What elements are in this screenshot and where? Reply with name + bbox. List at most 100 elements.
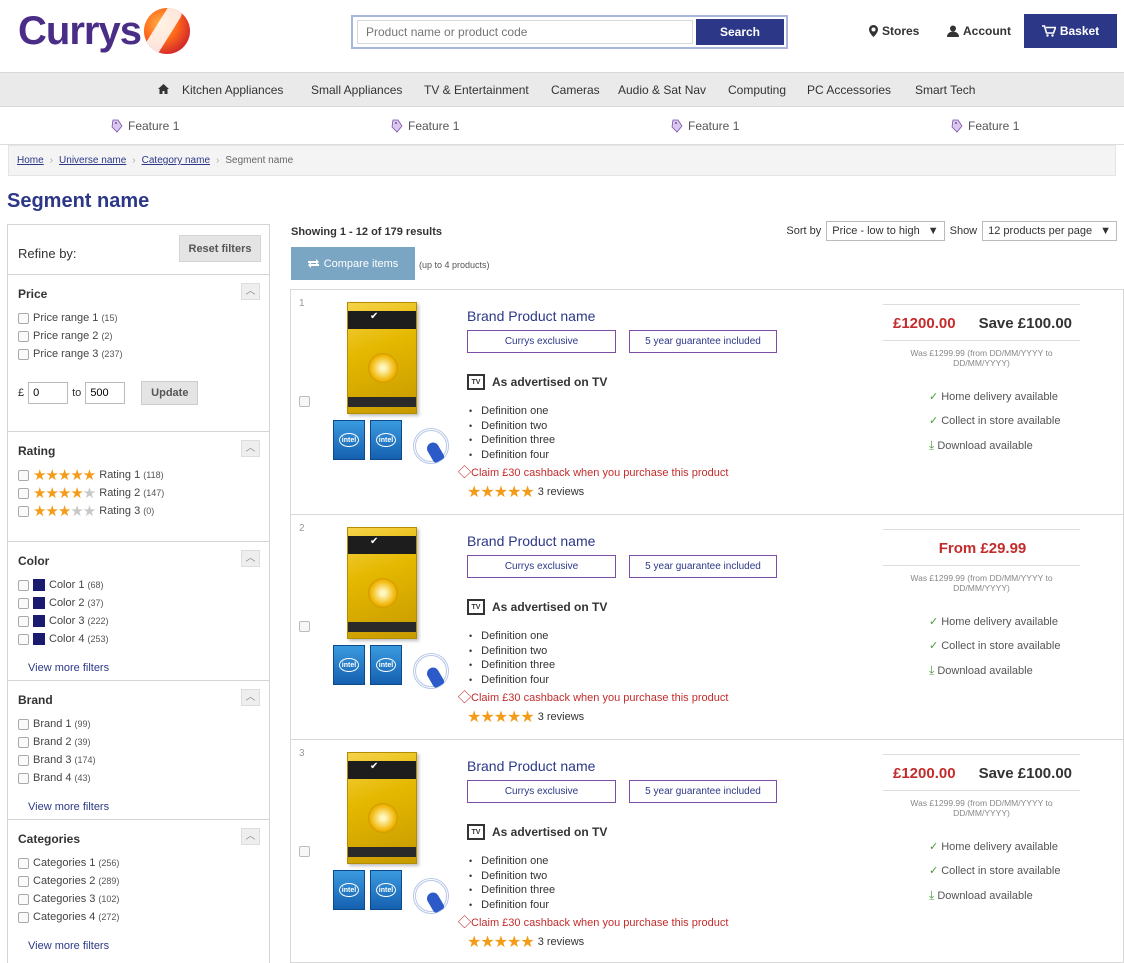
- checkbox[interactable]: [18, 893, 29, 905]
- nav-tv-entertainment[interactable]: TV & Entertainment: [424, 83, 529, 97]
- collapse-brand-icon[interactable]: ︿: [241, 689, 260, 706]
- price-option[interactable]: Price range 1 (15): [18, 309, 259, 327]
- collect-label: Collect in store available: [941, 414, 1061, 427]
- currys-logo[interactable]: Currys: [18, 8, 190, 54]
- update-price-button[interactable]: Update: [141, 381, 199, 405]
- collapse-color-icon[interactable]: ︿: [241, 550, 260, 567]
- search-input[interactable]: [357, 20, 693, 44]
- compare-checkbox[interactable]: [299, 396, 310, 407]
- color-option[interactable]: Color 2 (37): [18, 594, 259, 612]
- checkbox[interactable]: [18, 597, 29, 609]
- checkbox[interactable]: [18, 911, 29, 923]
- price-row: £1200.00 Save £100.00: [883, 305, 1080, 340]
- nav-pc-accessories[interactable]: PC Accessories: [807, 83, 891, 97]
- color-option[interactable]: Color 1 (68): [18, 576, 259, 594]
- map-pin-icon: [869, 25, 878, 37]
- price-option[interactable]: Price range 3 (237): [18, 345, 259, 363]
- breadcrumb-category[interactable]: Category name: [142, 155, 210, 166]
- checkbox[interactable]: [18, 348, 29, 360]
- option-count: (222): [87, 616, 109, 626]
- sort-select[interactable]: Price - low to high ▼: [826, 221, 945, 241]
- checkbox[interactable]: [18, 772, 29, 784]
- touchscreen-icon: [407, 870, 451, 914]
- nav-small-appliances[interactable]: Small Appliances: [311, 83, 402, 97]
- price-min-input[interactable]: [28, 382, 69, 404]
- color-option[interactable]: Color 4 (253): [18, 630, 259, 648]
- compare-checkbox[interactable]: [299, 846, 310, 857]
- brand-option[interactable]: Brand 1 (99): [18, 715, 259, 733]
- product-name-link[interactable]: Brand Product name: [467, 308, 595, 324]
- nav-cameras[interactable]: Cameras: [551, 83, 600, 97]
- price-filter: Price ︿ Price range 1 (15) Price range 2(…: [8, 275, 269, 432]
- was-price: Was £1299.99 (from DD/MM/YYYY to DD/MM/Y…: [910, 348, 1053, 368]
- checkbox[interactable]: [18, 736, 29, 748]
- collect-in-store: ✓ Collect in store available: [929, 864, 1060, 878]
- product-name-link[interactable]: Brand Product name: [467, 758, 595, 774]
- collapse-rating-icon[interactable]: ︿: [241, 440, 260, 457]
- price-max-input[interactable]: [85, 382, 126, 404]
- cashback-offer[interactable]: ⃟Claim £30 cashback when you purchase th…: [467, 916, 728, 929]
- nav-smart-tech[interactable]: Smart Tech: [915, 83, 975, 97]
- breadcrumb-universe[interactable]: Universe name: [59, 155, 126, 166]
- per-page-select[interactable]: 12 products per page ▼: [982, 221, 1117, 241]
- category-option[interactable]: Categories 2 (289): [18, 872, 259, 890]
- checkbox[interactable]: [18, 857, 29, 869]
- checkbox[interactable]: [18, 875, 29, 887]
- product-image[interactable]: ✔: [347, 527, 417, 639]
- price-option[interactable]: Price range 2 (2): [18, 327, 259, 345]
- checkbox[interactable]: [18, 718, 29, 730]
- rating-option[interactable]: ★★★★★ Rating 3 (0): [18, 502, 259, 520]
- home-nav-icon[interactable]: [158, 83, 169, 97]
- intel-celeron-badge-icon: intel: [370, 420, 402, 460]
- compare-checkbox[interactable]: [299, 621, 310, 632]
- compare-note: (up to 4 products): [419, 260, 490, 270]
- search-button[interactable]: Search: [696, 19, 784, 45]
- option-count: (99): [74, 719, 91, 729]
- checkbox[interactable]: [18, 579, 29, 591]
- stores-link[interactable]: Stores: [869, 24, 919, 38]
- cashback-offer[interactable]: ⃟Claim £30 cashback when you purchase th…: [467, 691, 728, 704]
- brand-option[interactable]: Brand 4 (43): [18, 769, 259, 787]
- checkbox[interactable]: [18, 615, 29, 627]
- checkbox[interactable]: [18, 505, 29, 517]
- rating-option[interactable]: ★★★★★ Rating 2 (147): [18, 484, 259, 502]
- product-reviews[interactable]: ★★★★★ 3 reviews: [467, 482, 584, 502]
- product-reviews[interactable]: ★★★★★ 3 reviews: [467, 707, 584, 727]
- basket-button[interactable]: Basket: [1024, 14, 1117, 48]
- rating-option[interactable]: ★★★★★ Rating 1 (118): [18, 466, 259, 484]
- checkbox[interactable]: [18, 312, 29, 324]
- reset-filters-button[interactable]: Reset filters: [179, 235, 261, 262]
- checkbox[interactable]: [18, 633, 29, 645]
- brand-option[interactable]: Brand 3 (174): [18, 751, 259, 769]
- collapse-price-icon[interactable]: ︿: [241, 283, 260, 300]
- category-option[interactable]: Categories 3 (102): [18, 890, 259, 908]
- product-reviews[interactable]: ★★★★★ 3 reviews: [467, 932, 584, 952]
- view-more-filters-link[interactable]: View more filters: [18, 940, 259, 952]
- account-link[interactable]: Account: [947, 24, 1011, 38]
- breadcrumb-home[interactable]: Home: [17, 155, 44, 166]
- product-image[interactable]: ✔: [347, 752, 417, 864]
- checkbox[interactable]: [18, 487, 29, 499]
- nav-computing[interactable]: Computing: [728, 83, 786, 97]
- checkbox[interactable]: [18, 469, 29, 481]
- category-option[interactable]: Categories 4 (272): [18, 908, 259, 926]
- nav-kitchen-appliances[interactable]: Kitchen Appliances: [182, 83, 283, 97]
- cashback-offer[interactable]: ⃟Claim £30 cashback when you purchase th…: [467, 466, 728, 479]
- category-option[interactable]: Categories 1 (256): [18, 854, 259, 872]
- product-image[interactable]: ✔: [347, 302, 417, 414]
- definition-item: Definition three: [469, 658, 555, 673]
- color-swatch: [33, 579, 45, 591]
- view-more-filters-link[interactable]: View more filters: [18, 801, 259, 813]
- collect-label: Collect in store available: [941, 639, 1061, 652]
- sort-bar: Sort by Price - low to high ▼ Show 12 pro…: [786, 221, 1117, 241]
- nav-audio-sat-nav[interactable]: Audio & Sat Nav: [618, 83, 706, 97]
- collapse-categories-icon[interactable]: ︿: [241, 828, 260, 845]
- product-name-link[interactable]: Brand Product name: [467, 533, 595, 549]
- color-option[interactable]: Color 3 (222): [18, 612, 259, 630]
- download-icon: ⤓: [929, 888, 935, 902]
- checkbox[interactable]: [18, 330, 29, 342]
- brand-option[interactable]: Brand 2 (39): [18, 733, 259, 751]
- view-more-filters-link[interactable]: View more filters: [18, 662, 259, 674]
- compare-items-button[interactable]: Compare items: [291, 247, 415, 280]
- checkbox[interactable]: [18, 754, 29, 766]
